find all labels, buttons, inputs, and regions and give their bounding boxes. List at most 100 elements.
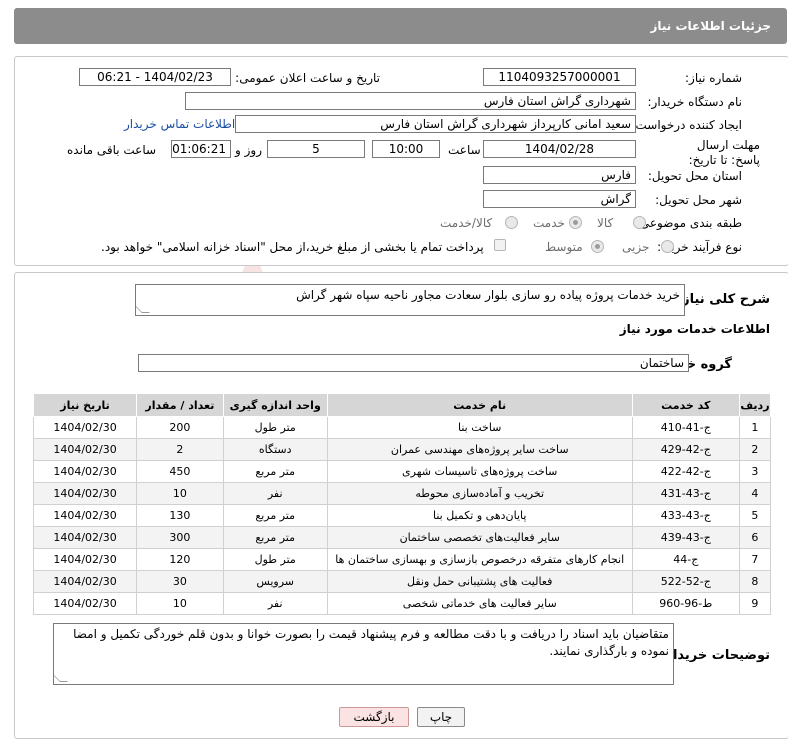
col-unit: واحد اندازه گیری <box>222 393 328 417</box>
table-row: 7 ج-44 انجام کارهای متفرقه درخصوص بازسازی … <box>32 548 772 571</box>
remaining-time-field: 01:06:21 <box>171 140 231 158</box>
table-row: 9 ط-96-960 سایر فعالیت های خدماتی شخصی نفر 1… <box>32 592 772 615</box>
row-number-cell: 6 <box>738 526 772 549</box>
deadline-time-field: 10:00 <box>372 140 440 158</box>
service-code-cell: ج-43-433 <box>631 504 740 527</box>
table-body: 1 ج-41-410 ساخت بنا متر طول 200 1404/02/30 2 ج-… <box>32 416 772 615</box>
service-code-cell: ج-41-410 <box>631 416 740 439</box>
need-date-cell: 1404/02/30 <box>32 416 138 439</box>
quantity-cell: 200 <box>136 416 224 439</box>
category-service-radio[interactable] <box>569 216 582 229</box>
back-button[interactable]: بازگشت <box>339 707 409 727</box>
creator-field: سعید امانی کارپرداز شهرداری گراش استان ف… <box>235 115 636 133</box>
unit-cell: دستگاه <box>222 438 328 461</box>
contact-info-link[interactable]: اطلاعات تماس خریدار <box>124 117 235 131</box>
need-number-field: 1104093257000001 <box>483 68 636 86</box>
resize-grip-icon[interactable] <box>54 674 68 682</box>
days-field: 5 <box>267 140 365 158</box>
quantity-cell: 130 <box>136 504 224 527</box>
table-row: 8 ج-52-522 فعالیت های پشتیبانی حمل ونقل سرو… <box>32 570 772 593</box>
col-quantity: تعداد / مقدار <box>136 393 224 417</box>
row-number-cell: 8 <box>738 570 772 593</box>
need-number-label: شماره نیاز: <box>685 71 742 85</box>
province-label: استان محل تحویل: <box>647 169 742 183</box>
need-date-cell: 1404/02/30 <box>32 570 138 593</box>
buyer-notes-textarea: متقاضیان باید اسناد را دریافت و با دقت م… <box>53 623 674 685</box>
treasury-payment-checkbox[interactable] <box>494 239 506 251</box>
table-header-row: ردیف کد خدمت نام خدمت واحد اندازه گیری ت… <box>32 393 772 417</box>
resize-grip-icon[interactable] <box>136 305 150 313</box>
col-service-code: کد خدمت <box>631 393 740 417</box>
need-date-cell: 1404/02/30 <box>32 438 138 461</box>
category-service-label: خدمت <box>533 216 565 230</box>
row-number-cell: 3 <box>738 460 772 483</box>
process-minor-radio[interactable] <box>661 240 674 253</box>
unit-cell: نفر <box>222 592 328 615</box>
row-number-cell: 2 <box>738 438 772 461</box>
quantity-cell: 300 <box>136 526 224 549</box>
quantity-cell: 2 <box>136 438 224 461</box>
service-name-cell: پایان‌دهی و تکمیل بنا <box>326 504 633 527</box>
buyer-org-label: نام دستگاه خریدار: <box>647 95 743 109</box>
need-date-cell: 1404/02/30 <box>32 460 138 483</box>
need-date-cell: 1404/02/30 <box>32 504 138 527</box>
treasury-payment-note: پرداخت تمام یا بخشی از مبلغ خرید،از محل … <box>101 240 484 254</box>
service-name-cell: انجام کارهای متفرقه درخصوص بازسازی و بهس… <box>326 548 633 571</box>
service-code-cell: ج-43-439 <box>631 526 740 549</box>
summary-text: خرید خدمات پروژه پیاده رو سازی بلوار سعا… <box>296 288 680 302</box>
need-date-cell: 1404/02/30 <box>32 482 138 505</box>
table-row: 5 ج-43-433 پایان‌دهی و تکمیل بنا متر مربع 13… <box>32 504 772 527</box>
service-code-cell: ط-96-960 <box>631 592 740 615</box>
category-goods-radio[interactable] <box>633 216 646 229</box>
category-goods-label: کالا <box>597 216 614 230</box>
quantity-cell: 10 <box>136 482 224 505</box>
process-medium-radio[interactable] <box>591 240 604 253</box>
need-date-cell: 1404/02/30 <box>32 526 138 549</box>
service-name-cell: ساخت پروژه‌های تاسیسات شهری <box>326 460 633 483</box>
quantity-cell: 10 <box>136 592 224 615</box>
table-row: 4 ج-43-431 تخریب و آماده‌سازی محوطه نفر 10 14… <box>32 482 772 505</box>
process-minor-label: جزیی <box>622 240 650 254</box>
unit-cell: متر مربع <box>222 504 328 527</box>
col-need-date: تاریخ نیاز <box>32 393 138 417</box>
need-date-cell: 1404/02/30 <box>32 548 138 571</box>
category-label: طبقه بندی موضوعی: <box>635 216 742 230</box>
table-row: 2 ج-42-429 ساخت سایر پروژه‌های مهندسی عمرا… <box>32 438 772 461</box>
deadline-label: مهلت ارسال پاسخ: تا تاریخ: <box>688 138 760 167</box>
category-goods-service-radio[interactable] <box>505 216 518 229</box>
unit-cell: متر طول <box>222 548 328 571</box>
unit-cell: نفر <box>222 482 328 505</box>
service-code-cell: ج-43-431 <box>631 482 740 505</box>
page-header: جزئیات اطلاعات نیاز <box>14 8 787 44</box>
row-number-cell: 4 <box>738 482 772 505</box>
service-code-cell: ج-44 <box>631 548 740 571</box>
city-field: گراش <box>483 190 636 208</box>
buyer-notes-label: توضیحات خریدار: <box>660 648 770 663</box>
buyer-notes-text: متقاضیان باید اسناد را دریافت و با دقت م… <box>73 627 669 658</box>
service-name-cell: سایر فعالیت‌های تخصصی ساختمان <box>326 526 633 549</box>
quantity-cell: 30 <box>136 570 224 593</box>
table-row: 3 ج-42-422 ساخت پروژه‌های تاسیسات شهری متر … <box>32 460 772 483</box>
service-group-field: ساختمان <box>138 354 689 372</box>
summary-label: شرح کلی نیاز: <box>676 292 770 307</box>
need-date-cell: 1404/02/30 <box>32 592 138 615</box>
days-label: روز و <box>235 143 262 157</box>
unit-cell: متر طول <box>222 416 328 439</box>
print-button[interactable]: چاپ <box>417 707 465 727</box>
row-number-cell: 5 <box>738 504 772 527</box>
announce-label: تاریخ و ساعت اعلان عمومی: <box>235 71 380 85</box>
col-row-number: ردیف <box>738 393 772 417</box>
table-row: 6 ج-43-439 سایر فعالیت‌های تخصصی ساختمان مت… <box>32 526 772 549</box>
creator-label: ایجاد کننده درخواست: <box>631 118 742 132</box>
service-code-cell: ج-42-422 <box>631 460 740 483</box>
deadline-date-field: 1404/02/28 <box>483 140 636 158</box>
service-name-cell: تخریب و آماده‌سازی محوطه <box>326 482 633 505</box>
remaining-label: ساعت باقی مانده <box>67 143 157 157</box>
services-title: اطلاعات خدمات مورد نیاز <box>619 322 770 336</box>
unit-cell: سرویس <box>222 570 328 593</box>
row-number-cell: 1 <box>738 416 772 439</box>
service-name-cell: سایر فعالیت های خدماتی شخصی <box>326 592 633 615</box>
row-number-cell: 7 <box>738 548 772 571</box>
service-name-cell: ساخت سایر پروژه‌های مهندسی عمران <box>326 438 633 461</box>
row-number-cell: 9 <box>738 592 772 615</box>
